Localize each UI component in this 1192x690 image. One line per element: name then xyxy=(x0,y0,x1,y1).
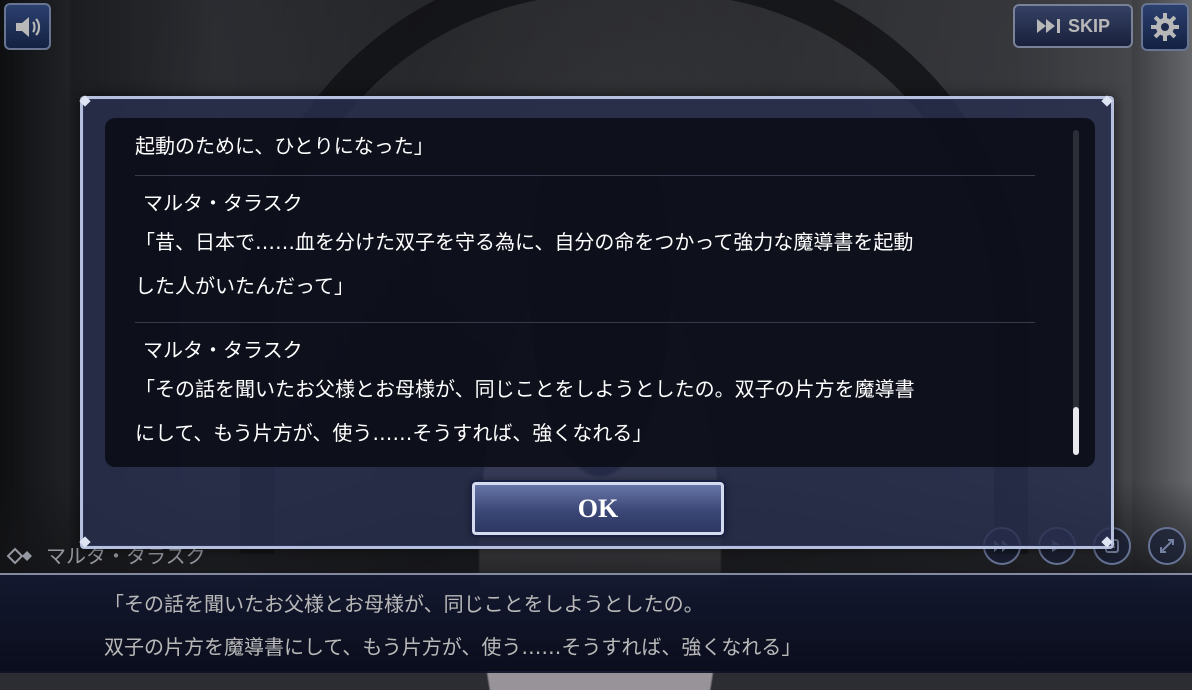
backlog-line: 「昔、日本で……血を分けた双子を守る為に、自分の命をつかって強力な魔導書を起動 xyxy=(135,230,914,254)
backlog-speaker: マルタ・タラスク xyxy=(143,338,303,362)
backlog-entry: 起動のために、ひとりになった」 xyxy=(135,118,1035,176)
backlog-line: 起動のために、ひとりになった」 xyxy=(135,134,434,158)
backlog-speaker: マルタ・タラスク xyxy=(143,191,303,215)
backlog-line: にして、もう片方が、使う……そうすれば、強くなれる」 xyxy=(135,421,653,445)
scrollbar[interactable] xyxy=(1073,130,1079,455)
corner-ornament xyxy=(1099,93,1117,111)
corner-ornament xyxy=(1099,534,1117,552)
ok-button[interactable]: OK xyxy=(472,482,724,535)
backlog-line: 「その話を聞いたお父様とお母様が、同じことをしようとしたの。双子の片方を魔導書 xyxy=(135,377,915,401)
backlog-entry: マルタ・タラスク 「昔、日本で……血を分けた双子を守る為に、自分の命をつかって強… xyxy=(135,176,1035,323)
backlog-dialog: 起動のために、ひとりになった」 マルタ・タラスク 「昔、日本で……血を分けた双子… xyxy=(80,96,1114,549)
backlog-entry: マルタ・タラスク 「その話を聞いたお父様とお母様が、同じことをしようとしたの。双… xyxy=(135,323,1035,467)
corner-ornament xyxy=(77,93,95,111)
scrollbar-thumb[interactable] xyxy=(1073,407,1079,455)
backlog-list[interactable]: 起動のために、ひとりになった」 マルタ・タラスク 「昔、日本で……血を分けた双子… xyxy=(105,118,1095,467)
backlog-line: した人がいたんだって」 xyxy=(135,274,354,298)
corner-ornament xyxy=(77,534,95,552)
